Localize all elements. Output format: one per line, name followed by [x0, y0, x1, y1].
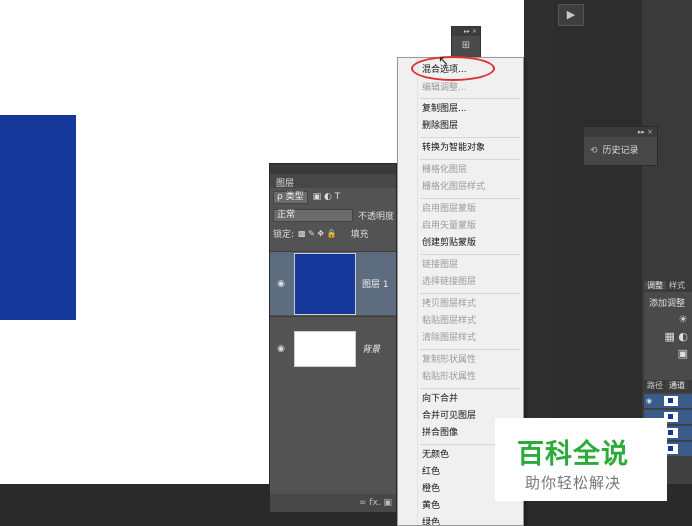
blend-row: 正常 不透明度	[270, 206, 396, 224]
menu-item[interactable]: 黄色	[422, 500, 440, 512]
history-label: 历史记录	[602, 146, 639, 156]
tab-layers[interactable]: 图层	[270, 174, 396, 189]
mini-panel-icon[interactable]: ⊞	[452, 40, 480, 51]
menu-item[interactable]: 橙色	[422, 483, 440, 495]
menu-item[interactable]: 拼合图像	[422, 427, 458, 439]
menu-item: 粘贴形状属性	[422, 372, 477, 382]
adjustments-panel: 调整 样式 添加调整 ☀ ▦ ◐ ▣	[644, 280, 692, 380]
watermark: 百科全说 助你轻松解决	[495, 418, 667, 501]
menu-gutter	[398, 58, 418, 525]
brightness-icon[interactable]: ☀	[644, 313, 692, 326]
filter-kind-select[interactable]: ρ 类型	[273, 190, 308, 204]
fill-label: 填充	[350, 229, 369, 240]
menu-item[interactable]: 创建剪贴蒙版	[422, 237, 476, 249]
menu-item[interactable]: 删除图层	[422, 120, 458, 132]
levels-curves-icon[interactable]: ▦ ◐	[644, 330, 692, 343]
history-icon: ⟲	[590, 146, 598, 156]
layer-row-layer-1[interactable]: ◉ 图层 1	[270, 251, 396, 315]
lock-icons[interactable]: ▩ ✎ ✥ 🔒	[298, 229, 337, 238]
watermark-sub-text: 助你轻松解决	[525, 474, 622, 492]
menu-item: 链接图层	[422, 260, 459, 270]
history-panel-controls[interactable]: ▸▸ ×	[584, 127, 657, 137]
play-button[interactable]: ▶	[558, 4, 584, 26]
annotation-ellipse	[411, 56, 495, 81]
mouse-cursor-icon: ↖	[438, 54, 449, 69]
menu-item: 拷贝图层样式	[422, 299, 477, 309]
menu-item: 复制形状属性	[422, 355, 477, 365]
menu-separator	[420, 254, 520, 255]
tab-paths[interactable]: 路径	[644, 381, 666, 390]
menu-item: 清除图层样式	[422, 333, 477, 343]
layer-filter-row: ρ 类型 ▣ ◐ T	[270, 188, 396, 206]
tab-adjustments[interactable]: 调整	[644, 281, 666, 290]
watermark-main-text: 百科全说	[517, 439, 629, 470]
layers-footer-icons[interactable]: ∞ fx. ▣	[270, 494, 396, 512]
menu-item: 粘贴图层样式	[422, 316, 477, 326]
menu-separator	[420, 349, 520, 350]
blend-mode-select[interactable]: 正常	[273, 208, 353, 222]
layer-thumbnail	[294, 252, 356, 315]
menu-separator	[420, 388, 520, 389]
menu-item[interactable]: 转换为智能对象	[422, 142, 485, 154]
layer-name[interactable]: 图层 1	[362, 277, 389, 290]
blue-rectangle-layer-content	[0, 115, 76, 320]
menu-item[interactable]: 红色	[422, 466, 440, 478]
mini-panel-controls[interactable]: ▸▸ ×	[452, 27, 480, 36]
panel-dock-column-left	[524, 0, 554, 484]
channel-row[interactable]: ◉	[644, 394, 692, 408]
layer-row-background[interactable]: ◉ 背景	[270, 316, 396, 380]
menu-separator	[420, 198, 520, 199]
menu-separator	[420, 98, 520, 99]
panel-dock-column-middle	[554, 0, 642, 484]
lock-label: 锁定:	[273, 229, 295, 240]
history-panel: ▸▸ × ⟲ 历史记录	[583, 126, 658, 166]
layer-thumbnail	[294, 330, 356, 367]
menu-separator	[420, 159, 520, 160]
menu-item[interactable]: 向下合并	[422, 393, 458, 405]
paths-tabs: 路径 通道	[644, 380, 692, 392]
menu-item: 选择链接图层	[422, 277, 477, 287]
menu-item[interactable]: 复制图层...	[422, 103, 467, 115]
lock-row: 锁定: ▩ ✎ ✥ 🔒 填充	[270, 224, 396, 242]
vibrance-icon[interactable]: ▣	[644, 347, 692, 360]
menu-item[interactable]: 绿色	[422, 517, 440, 525]
layers-panel-header[interactable]	[270, 164, 396, 174]
menu-item: 启用矢量蒙版	[422, 221, 477, 231]
menu-item: 栅格化图层样式	[422, 182, 486, 192]
eye-icon[interactable]: ◉	[270, 344, 292, 354]
menu-separator	[420, 293, 520, 294]
opacity-label: 不透明度	[358, 211, 395, 222]
menu-item: 编辑调整...	[422, 83, 467, 93]
menu-separator	[420, 137, 520, 138]
eye-icon[interactable]: ◉	[644, 397, 654, 405]
add-adjustment-title: 添加调整	[649, 299, 686, 309]
tab-channels[interactable]: 通道	[666, 381, 688, 390]
floating-mini-panel: ▸▸ × ⊞	[451, 26, 481, 60]
layers-panel: 图层 ρ 类型 ▣ ◐ T 正常 不透明度 锁定: ▩ ✎ ✥ 🔒 填充 ◉ 图…	[269, 163, 397, 513]
layer-name[interactable]: 背景	[362, 342, 380, 355]
eye-icon[interactable]: ◉	[270, 279, 292, 289]
tab-styles[interactable]: 样式	[666, 281, 688, 290]
menu-item[interactable]: 无颜色	[422, 449, 449, 461]
filter-icons[interactable]: ▣ ◐ T	[313, 192, 341, 202]
menu-item: 启用图层蒙版	[422, 204, 477, 214]
adjustments-tabs: 调整 样式	[644, 280, 692, 292]
menu-item[interactable]: 合并可见图层	[422, 410, 476, 422]
history-panel-button[interactable]: ⟲ 历史记录	[584, 137, 657, 156]
menu-item: 栅格化图层	[422, 165, 468, 175]
channel-thumbnail	[664, 396, 678, 406]
